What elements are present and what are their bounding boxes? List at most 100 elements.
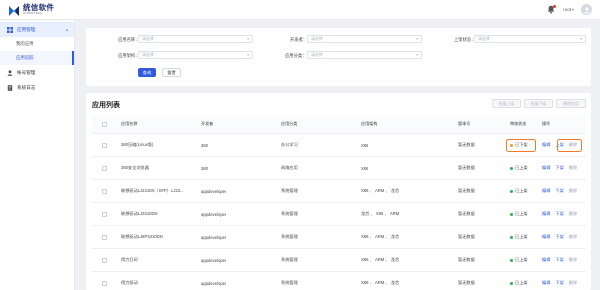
sidebar-item-label: 帐号管理	[17, 69, 36, 75]
unlist-link[interactable]: 下架	[555, 234, 563, 240]
arch-cell: X86 、 ARM 、 龙芯	[361, 280, 400, 285]
delete-link[interactable]: 删除	[569, 234, 577, 240]
row-select-cell	[102, 226, 107, 248]
avatar[interactable]	[581, 4, 592, 15]
user-menu[interactable]: root ▾	[563, 7, 574, 12]
column-header-name: 应用名称	[121, 121, 138, 126]
logo-text: 统信软件 UNIONTECH	[23, 4, 54, 16]
status-highlight-box	[506, 139, 536, 152]
developer-cell: appdeveloper	[201, 211, 227, 217]
unlist-link[interactable]: 下架	[555, 280, 563, 286]
brand-logo[interactable]: 统信软件 UNIONTECH	[8, 4, 78, 16]
sidebar-item-account-management[interactable]: 帐号管理	[0, 65, 74, 80]
status-badge: 已上架	[510, 280, 528, 286]
unlist-link[interactable]: 下架	[555, 165, 563, 171]
column-header-arch: 应用架构	[361, 121, 378, 126]
bell-icon[interactable]	[546, 4, 557, 15]
sidebar-group-label: 应用管理	[17, 26, 36, 32]
list-title: 应用列表	[92, 102, 120, 109]
arch-cell: X86 、 ARM 、 龙芯	[361, 234, 400, 239]
app-name-select[interactable]: 请选择 ▾	[138, 35, 253, 43]
table-body: 360压缩(Linux版) 360 办公学习 X86 暂无数据 已下架 编辑 上架 删除 360安…	[92, 134, 586, 290]
reset-button[interactable]: 重置	[162, 68, 181, 77]
row-checkbox[interactable]	[102, 165, 107, 171]
table-row: 得力驱动 appdeveloper 系统管理 X86 、 ARM 、 龙芯 暂无数据 已上…	[92, 272, 586, 290]
sidebar-item-app-tracking[interactable]: 应用追踪	[0, 51, 74, 65]
unlist-link[interactable]: 下架	[555, 188, 563, 194]
listing-status-select[interactable]: 请选择 ▾	[474, 35, 586, 43]
notification-dot	[553, 4, 557, 8]
delete-link[interactable]: 删除	[569, 211, 577, 217]
app-arch-placeholder: 请选择	[142, 52, 154, 57]
edit-link[interactable]: 编辑	[542, 257, 550, 263]
delete-link[interactable]: 删除	[569, 188, 577, 194]
app-arch-select[interactable]: 请选择 ▾	[138, 51, 253, 59]
chevron-down-icon: ▾	[571, 7, 574, 12]
delete-link[interactable]: 删除	[569, 165, 577, 171]
developer-cell: appdeveloper	[201, 257, 227, 263]
actions-cell: 编辑 下架 删除	[542, 226, 582, 248]
chevron-down-icon: ▾	[247, 53, 249, 57]
column-header-status: 审核状态	[510, 121, 527, 126]
category-cell: 办公学习	[281, 142, 298, 147]
app-grid-icon	[7, 26, 13, 33]
app-name-label: 应用名称：	[118, 37, 140, 42]
status-dot	[510, 281, 513, 285]
listing-status-placeholder: 请选择	[478, 36, 490, 41]
action-highlight-box	[557, 139, 582, 152]
status-cell: 已上架	[510, 203, 528, 225]
status-cell: 已上架	[510, 180, 528, 202]
user-icon	[7, 69, 13, 76]
developer-label: 开发者：	[290, 37, 308, 42]
version-cell: 暂无数据	[458, 142, 475, 147]
top-bar: 统信软件 UNIONTECH root ▾	[0, 0, 600, 20]
delete-link[interactable]: 删除	[569, 257, 577, 263]
row-checkbox[interactable]	[102, 188, 107, 194]
edit-link[interactable]: 编辑	[542, 280, 550, 286]
arch-cell: X86	[361, 165, 369, 171]
chevron-down-icon: ▾	[416, 53, 418, 57]
row-checkbox[interactable]	[102, 257, 107, 263]
bulk-list-button[interactable]: 批量上架	[492, 99, 521, 108]
log-icon	[7, 84, 13, 91]
row-select-cell	[102, 249, 107, 271]
app-name-cell: 得力驱动	[121, 280, 138, 285]
status-dot	[510, 212, 513, 216]
app-category-select[interactable]: 请选择 ▾	[307, 51, 422, 59]
app-category-label: 应用分类：	[285, 53, 307, 58]
edit-link[interactable]: 编辑	[542, 188, 550, 194]
actions-cell: 编辑 下架 删除	[542, 180, 582, 202]
username: root	[563, 7, 571, 12]
sidebar-item-system-log[interactable]: 系统日志	[0, 80, 74, 95]
chevron-down-icon: ▾	[580, 37, 582, 41]
row-checkbox[interactable]	[102, 234, 107, 240]
table-row: 360压缩(Linux版) 360 办公学习 X86 暂无数据 已下架 编辑 上架 删除	[92, 134, 586, 157]
sidebar-item-my-apps[interactable]: 我的应用	[0, 37, 74, 51]
logo-icon	[8, 4, 20, 16]
status-badge: 已上架	[510, 257, 528, 263]
app-root: 统信软件 UNIONTECH root ▾ 应用管理 ▴ 我的应用 应用追踪 帐…	[0, 0, 600, 290]
row-checkbox[interactable]	[102, 211, 107, 217]
query-button[interactable]: 查询	[138, 68, 156, 77]
edit-link[interactable]: 编辑	[542, 234, 550, 240]
edit-link[interactable]: 编辑	[542, 142, 550, 148]
edit-link[interactable]: 编辑	[542, 165, 550, 171]
app-name-cell: 联想驱动LJ2310N（SFP）LJ23...	[121, 188, 184, 193]
sidebar-group-app-management[interactable]: 应用管理 ▴	[0, 22, 74, 37]
delete-app-button[interactable]: 删除应用	[556, 99, 586, 108]
unlist-link[interactable]: 下架	[555, 211, 563, 217]
row-checkbox[interactable]	[102, 142, 107, 148]
row-select-cell	[102, 203, 107, 225]
arch-cell: X86 、 ARM 、 龙芯	[361, 257, 400, 262]
unlist-link[interactable]: 下架	[555, 257, 563, 263]
status-cell: 已上架	[510, 249, 528, 271]
status-dot	[510, 166, 513, 170]
bulk-unlist-button[interactable]: 批量下架	[524, 99, 553, 108]
select-all-checkbox[interactable]	[102, 121, 107, 127]
row-checkbox[interactable]	[102, 280, 107, 286]
developer-select[interactable]: 请选择 ▾	[307, 35, 422, 43]
delete-link[interactable]: 删除	[569, 280, 577, 286]
actions-cell: 编辑 下架 删除	[542, 203, 582, 225]
status-dot	[510, 189, 513, 193]
edit-link[interactable]: 编辑	[542, 211, 550, 217]
